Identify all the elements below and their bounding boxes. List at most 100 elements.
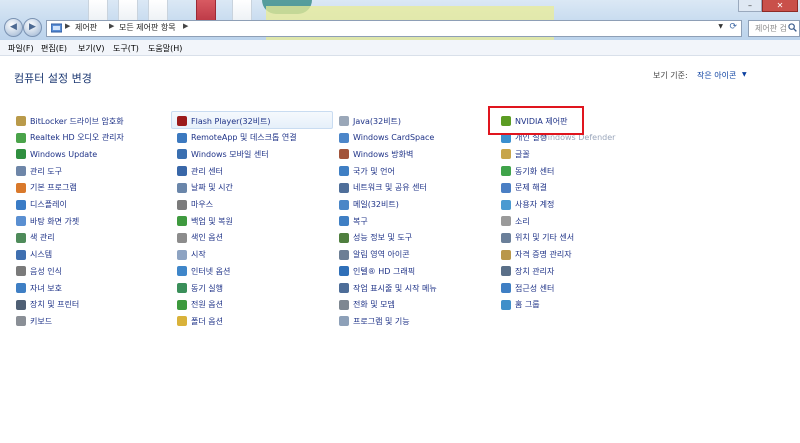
firewall-icon (339, 149, 349, 160)
control-panel-item[interactable]: 기본 프로그램 (16, 181, 77, 195)
menu-tools[interactable]: 도구(T) (113, 43, 139, 54)
control-panel-item-label: 위치 및 기타 센서 (515, 233, 575, 243)
view-by-dropdown[interactable]: 작은 아이콘 (697, 70, 736, 81)
search-icon[interactable] (788, 23, 797, 32)
mouse-icon (177, 199, 187, 210)
control-panel-item[interactable]: 접근성 센터 (501, 281, 554, 295)
control-panel-item-label: 접근성 센터 (515, 283, 555, 293)
control-panel-icon (51, 23, 62, 33)
control-panel-item[interactable]: 문제 해결 (501, 181, 547, 195)
control-panel-item[interactable]: 날짜 및 시간 (177, 181, 233, 195)
control-panel-item[interactable]: 동기 실행 (177, 281, 223, 295)
menu-file[interactable]: 파일(F) (8, 43, 34, 54)
control-panel-item-label: 관리 도구 (30, 166, 62, 176)
power-options-icon (177, 299, 187, 310)
control-panel-item[interactable]: 자녀 보호 (16, 281, 62, 295)
control-panel-item[interactable]: 전원 옵션 (177, 298, 223, 312)
menu-edit[interactable]: 편집(E) (41, 43, 67, 54)
control-panel-item-label: 동기화 센터 (515, 166, 555, 176)
control-panel-item[interactable]: BitLocker 드라이브 암호화 (16, 114, 124, 128)
control-panel-item[interactable]: 성능 정보 및 도구 (339, 231, 412, 245)
control-panel-item-label: 시스템 (30, 250, 53, 260)
control-panel-item[interactable]: 음성 인식 (16, 264, 62, 278)
control-panel-item[interactable]: 관리 도구 (16, 164, 62, 178)
control-panel-item[interactable]: 관리 센터 (177, 164, 223, 178)
control-panel-item[interactable]: Flash Player(32비트) (177, 114, 271, 128)
breadcrumb-separator-icon[interactable]: ▶ (109, 22, 114, 30)
address-dropdown-icon[interactable]: ▼ (718, 23, 723, 30)
cardspace-icon (339, 132, 349, 143)
control-panel-item[interactable]: Realtek HD 오디오 관리자 (16, 131, 124, 145)
control-panel-item[interactable]: 바탕 화면 가젯 (16, 214, 79, 228)
chevron-down-icon[interactable]: ▼ (742, 71, 747, 78)
default-programs-icon (16, 182, 26, 193)
control-panel-item[interactable]: 사용자 계정 (501, 198, 554, 212)
control-panel-item[interactable]: 동기화 센터 (501, 164, 554, 178)
control-panel-item[interactable]: Windows CardSpace (339, 131, 434, 145)
control-panel-item-label: 바탕 화면 가젯 (30, 216, 80, 226)
location-sensors-icon (501, 232, 511, 243)
menu-help[interactable]: 도움말(H) (148, 43, 182, 54)
control-panel-item[interactable]: 메일(32비트) (339, 198, 399, 212)
control-panel-item[interactable]: Windows Update (16, 147, 97, 161)
parental-controls-icon (16, 283, 26, 293)
control-panel-item-label: 프로그램 및 기능 (353, 316, 410, 326)
intel-graphics-icon (339, 266, 349, 277)
control-panel-item[interactable]: 폴더 옵션 (177, 314, 223, 328)
control-panel-item[interactable]: 복구 (339, 214, 368, 228)
menu-view[interactable]: 보기(V) (78, 43, 104, 54)
control-panel-item-label: 문제 해결 (515, 183, 547, 193)
breadcrumb-all-items[interactable]: 모든 제어판 항목 (119, 22, 176, 33)
system-icon (16, 249, 26, 260)
control-panel-item-label: Flash Player(32비트) (191, 116, 271, 126)
control-panel-item[interactable]: Java(32비트) (339, 114, 401, 128)
address-bar[interactable]: ▶ 제어판 ▶ 모든 제어판 항목 ▶ ▼ ⟳ (46, 20, 742, 37)
control-panel-item-label: 인텔® HD 그래픽 (353, 266, 416, 276)
control-panel-item[interactable]: 인터넷 옵션 (177, 264, 230, 278)
control-panel-item[interactable]: 국가 및 언어 (339, 164, 395, 178)
control-panel-item[interactable]: 시스템 (16, 248, 52, 262)
control-panel-item-label: Java(32비트) (353, 116, 402, 126)
control-panel-item-label: 복구 (353, 216, 368, 226)
control-panel-item[interactable]: 백업 및 복원 (177, 214, 233, 228)
breadcrumb-separator-icon[interactable]: ▶ (183, 22, 188, 30)
control-panel-item[interactable]: 위치 및 기타 센서 (501, 231, 574, 245)
control-panel-item[interactable]: 색인 옵션 (177, 231, 223, 245)
forward-button[interactable]: ▶ (23, 18, 42, 37)
breadcrumb-separator-icon: ▶ (65, 22, 71, 30)
control-panel-item[interactable]: 글꼴 (501, 147, 530, 161)
control-panel-item[interactable]: 전화 및 모뎀 (339, 298, 395, 312)
control-panel-item-label: 관리 센터 (191, 166, 223, 176)
flash-icon (177, 116, 187, 126)
control-panel-item[interactable]: 디스플레이 (16, 198, 67, 212)
control-panel-item[interactable]: 장치 관리자 (501, 264, 554, 278)
close-button[interactable]: ✕ (762, 0, 798, 12)
control-panel-item[interactable]: Windows 방화벽 (339, 147, 413, 161)
search-input[interactable]: 제어판 검 (748, 20, 800, 37)
control-panel-item[interactable]: 소리 (501, 214, 530, 228)
control-panel-item[interactable]: 홈 그룹 (501, 298, 540, 312)
control-panel-item[interactable]: 인텔® HD 그래픽 (339, 264, 415, 278)
control-panel-item[interactable]: 장치 및 프린터 (16, 298, 79, 312)
control-panel-item[interactable]: 작업 표시줄 및 시작 메뉴 (339, 281, 437, 295)
highlight-box (488, 106, 584, 135)
control-panel-item[interactable]: 알림 영역 아이콘 (339, 248, 410, 262)
control-panel-item[interactable]: 자격 증명 관리자 (501, 248, 572, 262)
control-panel-item[interactable]: 시작 (177, 248, 206, 262)
refresh-icon[interactable]: ⟳ (729, 22, 737, 32)
ease-of-access-icon (501, 283, 511, 293)
control-panel-item[interactable]: RemoteApp 및 데스크톱 연결 (177, 131, 297, 145)
back-button[interactable]: ◀ (4, 18, 23, 37)
breadcrumb-control-panel[interactable]: 제어판 (75, 22, 97, 33)
control-panel-item[interactable]: 키보드 (16, 314, 52, 328)
control-panel-item[interactable]: 마우스 (177, 198, 213, 212)
control-panel-item[interactable]: 네트워크 및 공유 센터 (339, 181, 427, 195)
minimize-button[interactable]: – (738, 0, 762, 12)
control-panel-item-label: 색 관리 (30, 233, 55, 243)
control-panel-item[interactable]: 색 관리 (16, 231, 55, 245)
control-panel-item[interactable]: Windows 모바일 센터 (177, 147, 269, 161)
page-title: 컴퓨터 설정 변경 (14, 72, 92, 85)
search-placeholder: 제어판 검 (755, 24, 787, 33)
control-panel-item[interactable]: 프로그램 및 기능 (339, 314, 410, 328)
control-panel-item-label: Windows Update (30, 149, 98, 159)
